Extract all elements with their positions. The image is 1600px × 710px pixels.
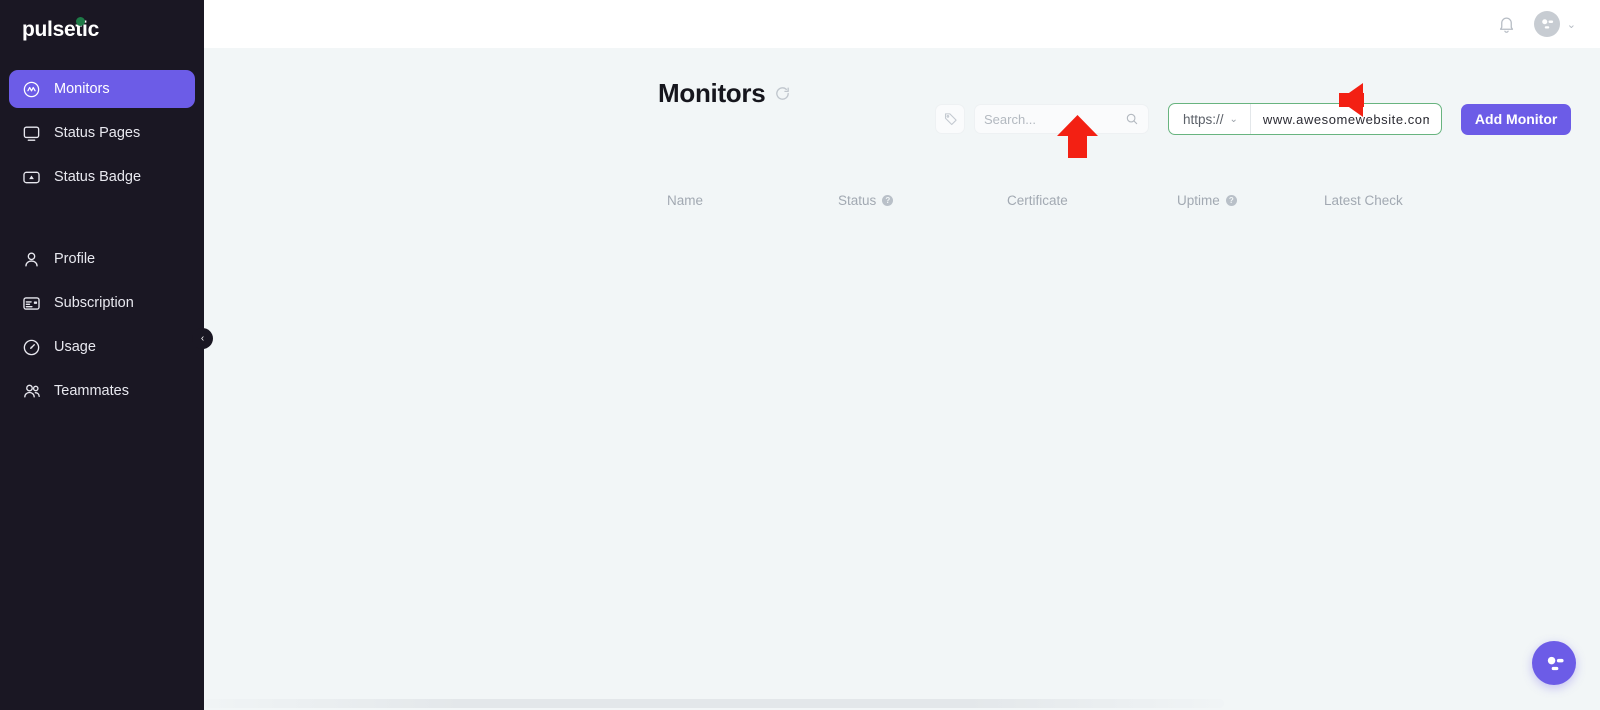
refresh-icon[interactable] [774, 85, 791, 102]
column-label: Latest Check [1324, 193, 1403, 208]
page-title: Monitors [658, 78, 791, 109]
scrollbar-thumb[interactable] [204, 699, 1224, 708]
search-icon [1125, 112, 1139, 126]
sidebar-item-label: Monitors [54, 81, 110, 97]
bell-icon [1500, 17, 1514, 33]
column-label: Status [838, 193, 877, 208]
sidebar-item-teammates[interactable]: Teammates [9, 372, 195, 410]
protocol-select[interactable]: https:// ⌄ [1169, 104, 1251, 134]
annotation-arrow-up [1057, 115, 1098, 158]
help-icon[interactable]: ? [882, 195, 894, 206]
column-header-certificate[interactable]: Certificate [1007, 193, 1068, 208]
top-header: ⌄ [204, 0, 1600, 48]
column-label: Certificate [1007, 193, 1068, 208]
account-menu-button[interactable]: ⌄ [1533, 11, 1576, 37]
annotation-arrow-left [1339, 83, 1364, 117]
chevron-down-icon: ⌄ [1566, 18, 1576, 31]
users-icon [21, 381, 42, 402]
sidebar-item-label: Status Pages [54, 125, 141, 141]
screen-icon [21, 123, 42, 144]
protocol-value: https:// [1183, 111, 1224, 127]
sidebar: pulsetic Monitors Status Pages Status Ba… [0, 0, 213, 710]
column-label: Name [667, 193, 704, 208]
main-area: ⌄ Monitors Search... https:// ⌄ www.awes… [204, 0, 1600, 710]
gauge-icon [21, 337, 42, 358]
brand-dot-icon [76, 17, 85, 26]
sidebar-divider-space [9, 202, 195, 240]
content-area: Monitors Search... https:// ⌄ www.awesom… [204, 48, 1600, 710]
column-header-status[interactable]: Status ? [838, 193, 894, 208]
avatar-face-icon [1541, 19, 1553, 29]
chat-face-icon [1547, 656, 1564, 670]
tag-icon [944, 112, 957, 125]
sidebar-item-monitors[interactable]: Monitors [9, 70, 195, 108]
toolbar-row: Monitors Search... https:// ⌄ www.awesom… [204, 48, 1600, 135]
toolbar-controls: https:// ⌄ Add Monitor [935, 103, 1572, 135]
sidebar-item-label: Teammates [54, 383, 129, 399]
url-input-group: https:// ⌄ [1168, 103, 1442, 135]
card-icon [21, 293, 42, 314]
horizontal-scrollbar[interactable] [204, 697, 1600, 710]
column-header-uptime[interactable]: Uptime ? [1177, 193, 1237, 208]
brand-name: pulsetic [22, 18, 99, 41]
sidebar-item-label: Profile [54, 251, 96, 267]
add-monitor-button[interactable]: Add Monitor [1460, 103, 1572, 135]
user-icon [21, 249, 42, 270]
notifications-button[interactable] [1496, 13, 1518, 35]
badge-icon [21, 167, 42, 188]
chevron-left-icon: ‹ [200, 333, 205, 344]
sidebar-item-label: Usage [54, 339, 96, 355]
sidebar-item-status-badge[interactable]: Status Badge [9, 158, 195, 196]
column-header-name[interactable]: Name [667, 193, 703, 208]
sidebar-item-label: Status Badge [54, 169, 142, 185]
sidebar-collapse-button[interactable]: ‹ [192, 328, 213, 349]
chat-widget-button[interactable] [1532, 641, 1576, 685]
tag-filter-button[interactable] [935, 104, 965, 134]
sidebar-nav: Monitors Status Pages Status Badge Profi… [0, 58, 204, 410]
chevron-down-icon: ⌄ [1229, 113, 1238, 125]
monitor-pulse-icon [21, 79, 42, 100]
table-header-row: Name Status ? Certificate Uptime ? Lates… [204, 193, 1600, 215]
sidebar-item-label: Subscription [54, 295, 134, 311]
sidebar-item-usage[interactable]: Usage [9, 328, 195, 366]
help-icon[interactable]: ? [1225, 195, 1237, 206]
app-root: pulsetic Monitors Status Pages Status Ba… [0, 0, 1600, 710]
column-label: Uptime [1177, 193, 1220, 208]
brand-logo[interactable]: pulsetic [0, 0, 204, 58]
avatar [1533, 11, 1560, 37]
sidebar-item-profile[interactable]: Profile [9, 240, 195, 278]
sidebar-item-subscription[interactable]: Subscription [9, 284, 195, 322]
sidebar-item-status-pages[interactable]: Status Pages [9, 114, 195, 152]
page-title-text: Monitors [658, 78, 766, 108]
column-header-latest-check[interactable]: Latest Check [1324, 193, 1403, 208]
